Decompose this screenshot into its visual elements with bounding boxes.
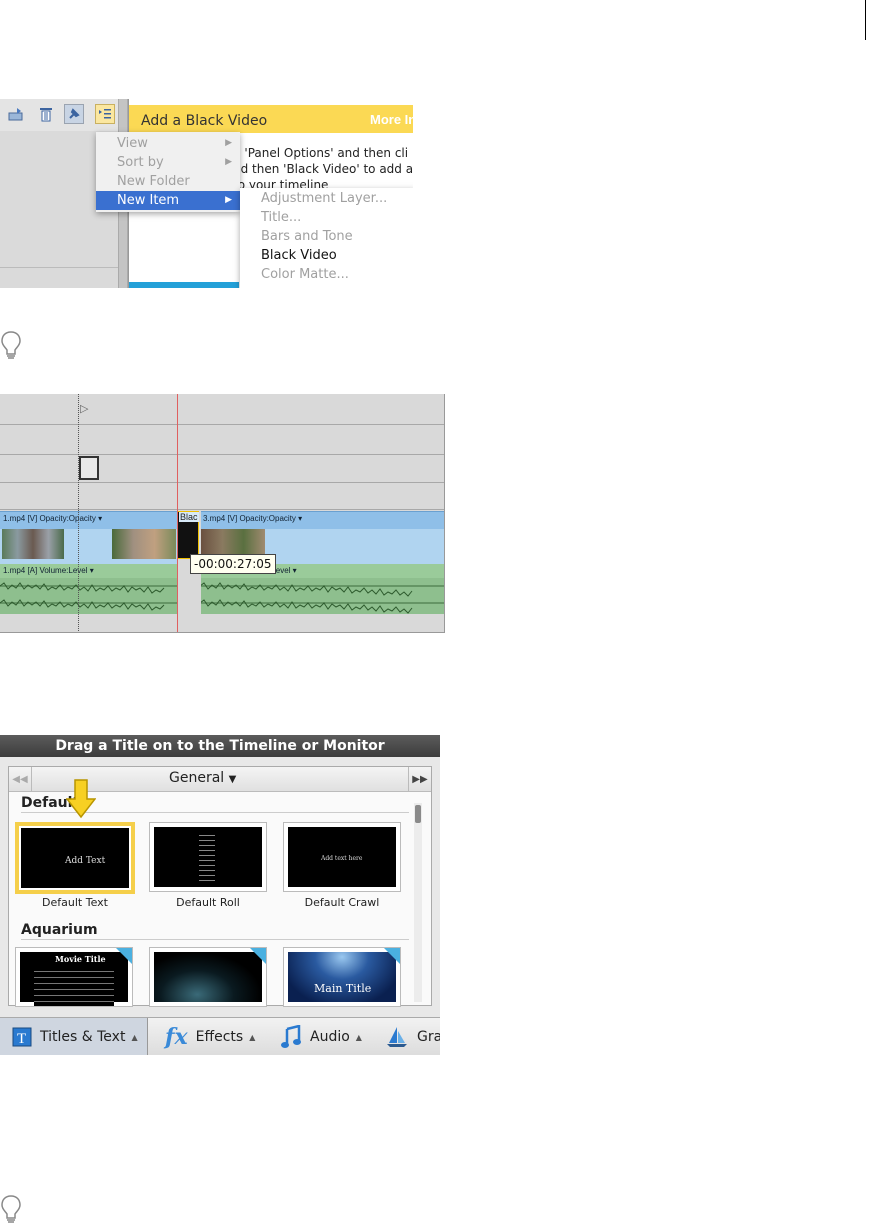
hint-text-line: n 'Panel Options' and then cli — [233, 146, 409, 160]
track-divider — [0, 454, 444, 455]
panel-menu-icon[interactable] — [95, 104, 115, 124]
titles-text-icon: T — [12, 1026, 32, 1048]
project-panel-screenshot: Add a Black Video More Info n 'Panel Opt… — [0, 99, 413, 288]
next-category-button[interactable]: ▶▶ — [408, 767, 431, 791]
title-preview: Main Title — [288, 952, 396, 1002]
roll-text-preview — [199, 831, 215, 883]
menu-item-title[interactable]: Title... — [240, 208, 413, 227]
menu-item-view[interactable]: View ▶ — [96, 134, 240, 153]
menu-item-black-video[interactable]: Black Video — [240, 246, 413, 265]
title-preview — [154, 827, 262, 887]
video-track-label: 3.mp4 [V] Opacity:Opacity ▾ — [203, 514, 303, 523]
submenu-arrow-icon: ▶ — [225, 157, 232, 167]
menu-item-new-folder[interactable]: New Folder — [96, 172, 240, 191]
title-tile-aquarium-2[interactable] — [149, 947, 267, 1007]
chevron-down-icon: ▼ — [228, 774, 237, 785]
titles-panel-screenshot: Drag a Title on to the Timeline or Monit… — [0, 735, 440, 1055]
tab-effects[interactable]: fx Effects ▲ — [165, 1018, 255, 1055]
menu-item-new-item[interactable]: New Item ▶ — [96, 191, 240, 210]
corner-badge-icon — [116, 948, 132, 964]
timeline-screenshot: Blac 1.mp4 [V] Opacity:Opacity ▾ 3.mp4 [… — [0, 394, 445, 633]
video-track-label: 1.mp4 [V] Opacity:Opacity ▾ — [3, 514, 103, 523]
title-preview: Movie Title — [20, 952, 128, 1006]
scrollbar[interactable] — [414, 803, 422, 1002]
credits-preview — [34, 966, 114, 1006]
menu-item-adjustment-layer[interactable]: Adjustment Layer... — [240, 189, 413, 208]
track-divider — [0, 509, 444, 510]
menu-item-color-matte[interactable]: Color Matte... — [240, 265, 413, 284]
tile-label: Default Roll — [176, 896, 240, 909]
video-thumbnail — [112, 529, 176, 559]
title-preview: Add Text — [21, 828, 129, 888]
hint-title: Add a Black Video — [141, 113, 268, 129]
arrow-down-icon — [65, 779, 97, 824]
preview-text: Movie Title — [55, 954, 106, 964]
tile-label: Default Text — [42, 896, 108, 909]
tile-label: Default Crawl — [304, 896, 380, 909]
title-tile-aquarium-3[interactable]: Main Title — [283, 947, 401, 1007]
fx-icon: fx — [165, 1024, 188, 1050]
section-heading: Aquarium — [21, 922, 98, 938]
hint-text: n 'Panel Options' and then cli nd then '… — [233, 145, 413, 193]
category-dropdown[interactable]: General ▼ — [169, 770, 236, 786]
scrollbar-thumb[interactable] — [415, 805, 421, 823]
trash-icon[interactable] — [36, 104, 56, 124]
title-tile-aquarium-1[interactable]: Movie Title — [15, 947, 133, 1007]
video-thumbnail — [2, 529, 64, 559]
track-divider — [0, 424, 444, 425]
tab-audio[interactable]: Audio ▲ — [280, 1018, 362, 1055]
pin-icon[interactable] — [64, 104, 84, 124]
tab-graphics[interactable]: Gra — [385, 1018, 440, 1055]
lightbulb-tip-icon — [0, 1194, 22, 1224]
corner-badge-icon — [384, 948, 400, 964]
caret-up-icon: ▲ — [249, 1032, 256, 1042]
new-item-submenu: Adjustment Layer... Title... Bars and To… — [240, 188, 413, 288]
black-clip-label: Blac — [179, 512, 199, 522]
page-rule — [865, 0, 866, 40]
submenu-arrow-icon: ▶ — [225, 138, 232, 148]
title-preview — [154, 952, 262, 1002]
panel-options-menu: View ▶ Sort by ▶ New Folder New Item ▶ — [96, 132, 240, 212]
menu-item-sort-by[interactable]: Sort by ▶ — [96, 153, 240, 172]
sailboat-icon — [385, 1025, 409, 1049]
panel-divider — [0, 267, 118, 268]
corner-badge-icon — [250, 948, 266, 964]
previous-category-button[interactable]: ◀◀ — [9, 767, 32, 791]
title-tile-default-text[interactable]: Add Text — [15, 822, 135, 894]
submenu-arrow-icon: ▶ — [225, 195, 232, 205]
section-rule — [21, 939, 409, 940]
tab-titles-text[interactable]: T Titles & Text ▲ — [0, 1018, 148, 1055]
in-point-guide — [78, 394, 79, 632]
marker-box-icon[interactable] — [79, 456, 99, 480]
export-icon[interactable] — [6, 104, 26, 124]
more-info-link[interactable]: More Info — [370, 112, 413, 127]
music-note-icon — [280, 1025, 302, 1049]
timecode-tooltip: -00:00:27:05 — [190, 554, 276, 574]
caret-up-icon: ▲ — [131, 1032, 138, 1042]
preview-text: Add text here — [321, 855, 363, 862]
bottom-tab-bar: T Titles & Text ▲ fx Effects ▲ Audio ▲ Gra — [0, 1017, 440, 1055]
title-preview: Add text here — [288, 827, 396, 887]
title-tile-default-roll[interactable] — [149, 822, 267, 892]
audio-waveform — [0, 578, 444, 614]
marker-icon: ▷ — [80, 403, 89, 415]
title-tile-default-crawl[interactable]: Add text here — [283, 822, 401, 892]
panel-header: Drag a Title on to the Timeline or Monit… — [0, 735, 440, 757]
preview-text: Add Text — [65, 856, 106, 866]
hint-text-line: nd then 'Black Video' to add a — [233, 162, 413, 176]
svg-text:T: T — [17, 1031, 26, 1047]
track-divider — [0, 482, 444, 483]
audio-track-label: 1.mp4 [A] Volume:Level ▾ — [3, 566, 94, 575]
preview-text: Main Title — [314, 982, 372, 995]
hint-footer-bar — [129, 282, 239, 288]
lightbulb-tip-icon — [0, 330, 22, 360]
menu-item-bars-and-tone[interactable]: Bars and Tone — [240, 227, 413, 246]
playhead[interactable] — [177, 394, 178, 632]
caret-up-icon: ▲ — [355, 1032, 362, 1042]
